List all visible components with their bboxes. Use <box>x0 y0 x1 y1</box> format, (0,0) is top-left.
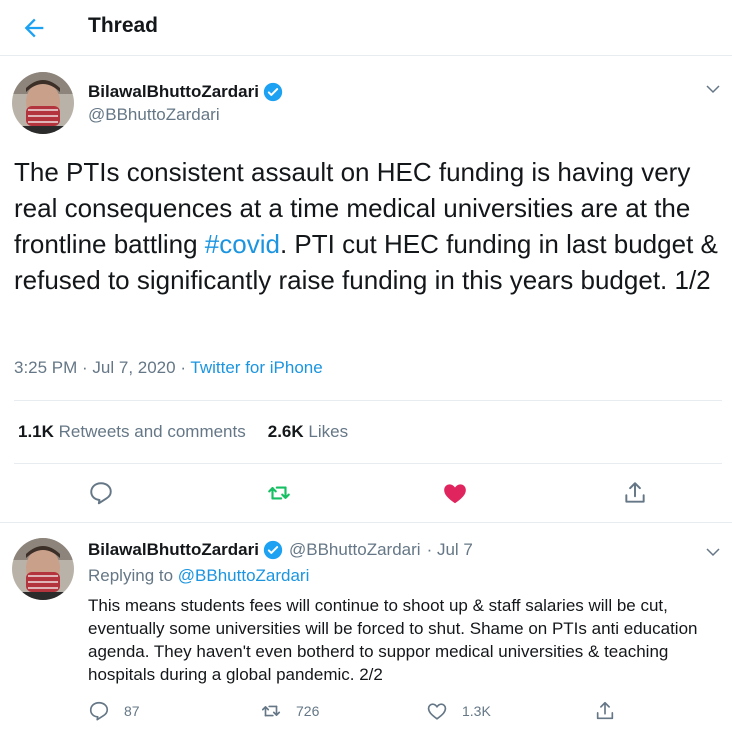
likes-stat[interactable]: 2.6K Likes <box>268 422 348 441</box>
retweet-icon[interactable] <box>266 480 292 506</box>
thread-header: Thread <box>0 0 732 56</box>
avatar[interactable] <box>12 72 74 134</box>
replying-handle-link[interactable]: @BBhuttoZardari <box>178 566 310 585</box>
page-title: Thread <box>88 14 159 37</box>
retweets-count: 1.1K <box>18 422 54 441</box>
reply-author-handle[interactable]: @BBhuttoZardari <box>289 540 421 560</box>
likes-label: Likes <box>308 422 349 441</box>
avatar[interactable] <box>12 538 74 600</box>
heart-icon[interactable] <box>442 480 468 506</box>
reply-retweet-button[interactable]: 726 <box>260 700 319 722</box>
share-icon[interactable] <box>622 480 648 506</box>
chevron-down-icon[interactable] <box>704 80 722 98</box>
tweet-timestamp[interactable]: 3:25 PM · Jul 7, 2020 · <box>14 358 190 377</box>
heart-icon <box>427 703 447 720</box>
verified-badge-icon <box>263 540 283 560</box>
retweets-stat[interactable]: 1.1K Retweets and comments <box>18 422 246 441</box>
reply-icon <box>89 701 109 721</box>
divider <box>14 400 722 401</box>
author-handle[interactable]: @BBhuttoZardari <box>88 105 220 125</box>
replying-to: Replying to @BBhuttoZardari <box>88 566 309 586</box>
likes-count: 2.6K <box>267 422 304 441</box>
reply-like-button[interactable]: 1.3K <box>426 700 491 722</box>
retweets-label: Retweets and comments <box>58 422 246 441</box>
reply-author-row: BilawalBhuttoZardari @BBhuttoZardari · J… <box>88 540 473 560</box>
tweet-meta: 3:25 PM · Jul 7, 2020 · Twitter for iPho… <box>14 358 323 378</box>
tweet-text: The PTIs consistent assault on HEC fundi… <box>14 154 726 298</box>
author-handle-row: @BBhuttoZardari <box>88 105 220 125</box>
tweet-stats: 1.1K Retweets and comments 2.6K Likes <box>18 422 348 442</box>
reply-likes-count: 1.3K <box>462 703 491 719</box>
author-name-row: BilawalBhuttoZardari <box>88 82 283 102</box>
chevron-down-icon[interactable] <box>704 543 722 561</box>
back-arrow-icon[interactable] <box>20 14 48 42</box>
replies-count: 87 <box>124 703 140 719</box>
share-icon <box>596 701 614 720</box>
tweet-source-link[interactable]: Twitter for iPhone <box>190 358 322 377</box>
reply-reply-button[interactable]: 87 <box>88 700 140 722</box>
retweet-icon <box>261 705 281 717</box>
author-name[interactable]: BilawalBhuttoZardari <box>88 82 259 102</box>
reply-retweets-count: 726 <box>296 703 320 719</box>
hashtag-link[interactable]: #covid <box>205 229 280 259</box>
verified-badge-icon <box>263 82 283 102</box>
reply-icon[interactable] <box>88 480 114 506</box>
reply-share-button[interactable] <box>594 700 630 722</box>
divider <box>14 463 722 464</box>
reply-author-name[interactable]: BilawalBhuttoZardari <box>88 540 259 560</box>
reply-date[interactable]: · Jul 7 <box>427 540 473 560</box>
replying-label: Replying to <box>88 566 178 585</box>
reply-text: This means students fees will continue t… <box>88 596 698 684</box>
